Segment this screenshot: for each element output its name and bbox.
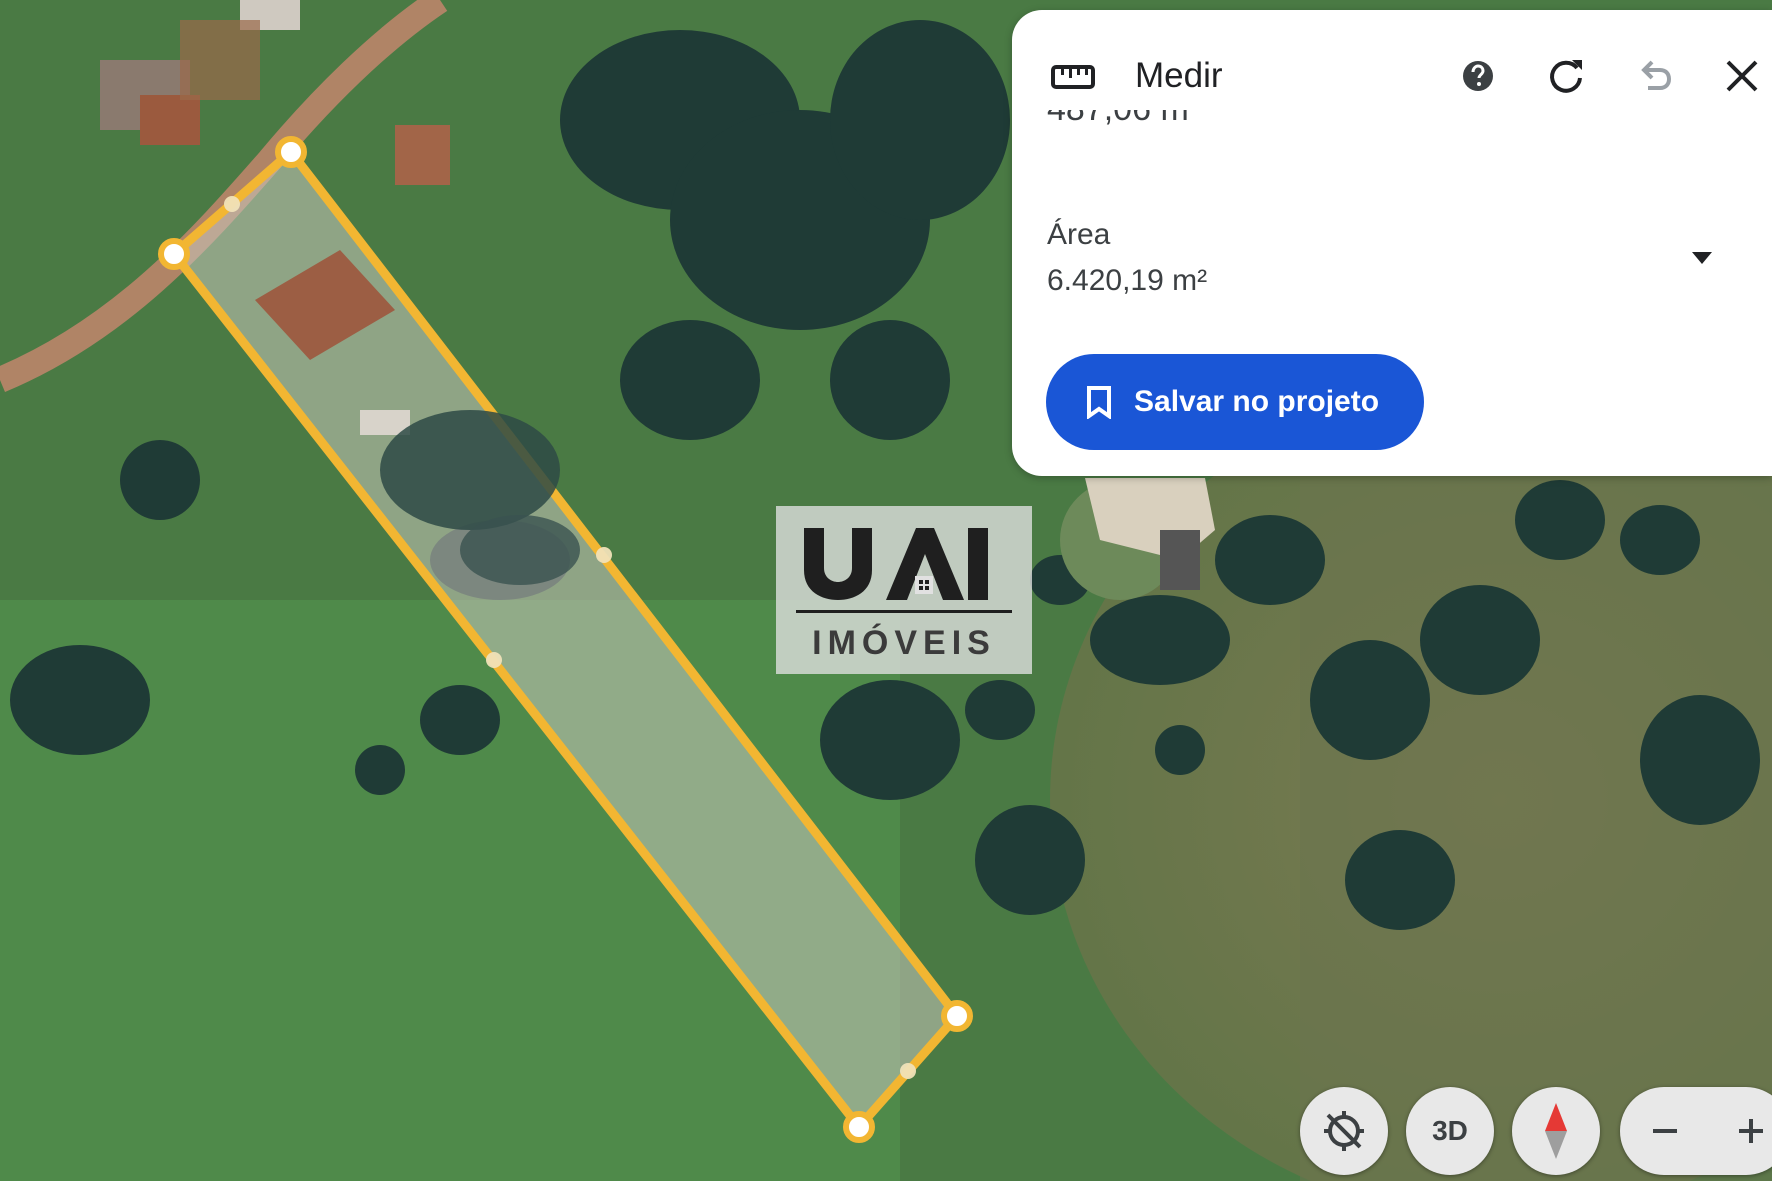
area-label: Área: [1047, 218, 1111, 251]
close-icon: [1726, 60, 1758, 92]
save-button-label: Salvar no projeto: [1134, 385, 1380, 418]
tilt-toggle-button[interactable]: [1300, 1087, 1388, 1175]
undo-button[interactable]: [1630, 52, 1678, 100]
distance-value-scrolled: 487,06 m: [1047, 110, 1189, 150]
no-tilt-icon: [1324, 1111, 1364, 1151]
area-value: 6.420,19 m²: [1047, 264, 1208, 297]
ruler-icon: [1051, 65, 1095, 89]
compass-icon: [1545, 1103, 1567, 1159]
save-to-project-button[interactable]: Salvar no projeto: [1046, 354, 1424, 450]
uai-imoveis-watermark: IMÓVEIS: [776, 506, 1032, 674]
uai-logo: [796, 528, 1012, 613]
zoom-in-icon: [1739, 1119, 1763, 1143]
unit-dropdown[interactable]: [1682, 238, 1722, 278]
compass-button[interactable]: [1512, 1087, 1600, 1175]
measure-panel: Medir 487,06 m Área 6.420,19 m²: [1012, 10, 1772, 476]
close-button[interactable]: [1718, 52, 1766, 100]
bookmark-icon: [1087, 386, 1111, 419]
zoom-in-button[interactable]: [1716, 1087, 1772, 1175]
watermark-subtitle: IMÓVEIS: [812, 624, 996, 662]
reset-button[interactable]: [1542, 52, 1590, 100]
help-icon: [1463, 61, 1493, 91]
panel-title: Medir: [1135, 56, 1223, 95]
undo-icon: [1641, 60, 1672, 90]
zoom-out-button[interactable]: [1630, 1087, 1700, 1175]
help-button[interactable]: [1454, 52, 1502, 100]
zoom-control: [1620, 1087, 1772, 1175]
refresh-icon: [1550, 60, 1582, 93]
dropdown-arrow-icon: [1692, 252, 1712, 264]
view-3d-button[interactable]: 3D: [1406, 1087, 1494, 1175]
zoom-out-icon: [1653, 1129, 1677, 1133]
